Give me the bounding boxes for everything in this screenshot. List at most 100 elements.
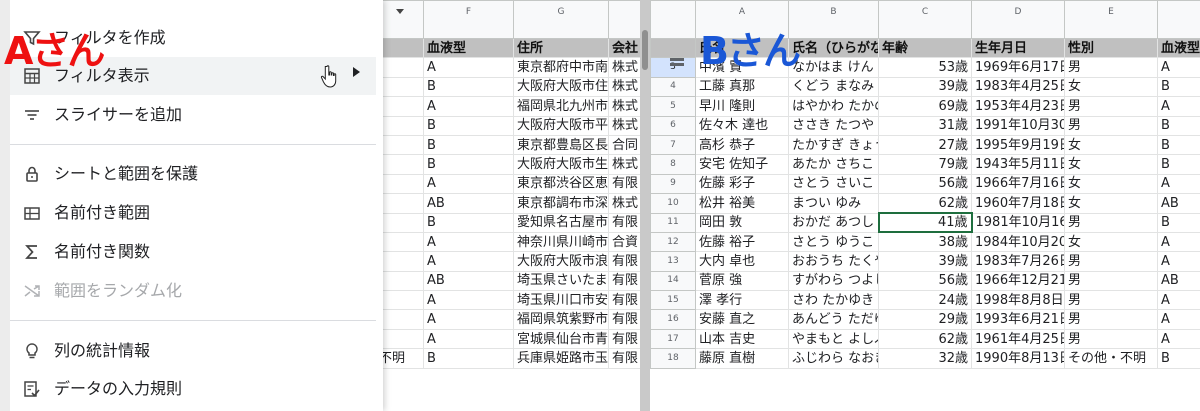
table-cell[interactable]: 男 [1064, 290, 1158, 311]
table-cell[interactable]: 1981年10月16日 [971, 212, 1065, 233]
table-cell[interactable] [383, 96, 424, 117]
column-header[interactable]: G [513, 0, 609, 39]
table-cell[interactable]: 東京都豊島区長 [513, 134, 609, 156]
table-cell[interactable]: 男 [1064, 270, 1158, 292]
menu-item-add-slicer[interactable]: スライサーを追加 [10, 96, 376, 134]
table-cell[interactable]: 1995年9月19日 [971, 134, 1065, 156]
table-cell[interactable]: あたか さちこ [788, 154, 879, 175]
table-cell[interactable]: なかはま けん [788, 57, 879, 78]
table-cell[interactable]: ささき たつや [788, 115, 879, 136]
table-cell[interactable]: 79歳 [878, 154, 972, 175]
table-cell[interactable]: 澤 孝行 [695, 290, 789, 311]
table-cell[interactable]: 埼玉県さいたま [513, 270, 609, 292]
table-cell[interactable]: 大阪府大阪市住 [513, 76, 609, 98]
table-cell[interactable] [383, 328, 424, 350]
table-cell[interactable]: A [423, 251, 514, 272]
table-cell[interactable] [383, 231, 424, 253]
table-cell[interactable]: A [423, 231, 514, 253]
table-cell[interactable]: 宮城県仙台市青葉区 [513, 328, 609, 350]
menu-item-named-functions[interactable]: 名前付き関数 [10, 233, 376, 271]
table-cell[interactable]: 24歳 [878, 290, 972, 311]
table-cell[interactable]: 男 [1064, 57, 1158, 78]
table-cell[interactable]: 53歳 [878, 57, 972, 78]
table-cell[interactable]: 1991年10月30日 [971, 115, 1065, 136]
menu-item-column-stats[interactable]: 列の統計情報 [10, 332, 376, 370]
column-header[interactable]: D [971, 0, 1065, 39]
table-cell[interactable]: 1990年8月13日 [971, 348, 1065, 369]
table-cell[interactable]: A [423, 57, 514, 78]
table-cell[interactable]: 有限 [608, 173, 640, 195]
row-number[interactable]: 5 [650, 96, 696, 117]
table-cell[interactable]: 東京都渋谷区恵 [513, 173, 609, 195]
table-cell[interactable]: まつい ゆみ [788, 193, 879, 214]
row-number[interactable]: 8 [650, 154, 696, 175]
table-cell[interactable]: 1993年6月21日 [971, 309, 1065, 330]
row-number[interactable] [650, 37, 696, 59]
table-cell[interactable]: 32歳 [878, 348, 972, 369]
table-cell[interactable]: A [1157, 231, 1200, 253]
table-cell[interactable]: 男 [1064, 251, 1158, 272]
table-cell[interactable] [383, 290, 424, 311]
table-cell[interactable]: 56歳 [878, 173, 972, 195]
table-cell[interactable]: 安藤 直之 [695, 309, 789, 330]
table-cell[interactable]: 1960年7月18日 [971, 193, 1065, 214]
table-cell[interactable]: 有限 [608, 270, 640, 292]
table-cell[interactable]: 株式 [608, 193, 640, 214]
table-cell[interactable]: 東京都府中市南 [513, 57, 609, 78]
column-header[interactable]: B [788, 0, 879, 39]
table-cell[interactable] [383, 115, 424, 136]
table-cell[interactable]: 男 [1064, 309, 1158, 330]
column-header[interactable]: E [1064, 0, 1158, 39]
table-cell[interactable]: やまもと よしふ [788, 328, 879, 350]
table-cell[interactable]: すがわら つよし [788, 270, 879, 292]
table-cell[interactable]: さとう ゆうこ [788, 231, 879, 253]
table-cell[interactable]: 佐藤 裕子 [695, 231, 789, 253]
row-number[interactable]: 18 [650, 348, 696, 369]
table-cell[interactable]: 氏名（ひらがな） [788, 37, 879, 59]
table-cell[interactable]: 女 [1064, 154, 1158, 175]
table-cell[interactable]: 女 [1064, 173, 1158, 195]
table-cell[interactable]: 大阪府大阪市平 [513, 115, 609, 136]
sheet-a-grid[interactable]: F G 血液型 住所 会社 A 東京都府中市南 株式 B 大阪府大阪市住 株式 A 福岡県… [383, 0, 640, 411]
table-cell[interactable]: 住所 [513, 37, 609, 59]
table-cell[interactable]: 佐藤 彩子 [695, 173, 789, 195]
table-cell[interactable]: A [1157, 328, 1200, 350]
table-cell[interactable]: 有限 [608, 290, 640, 311]
table-cell[interactable]: 29歳 [878, 309, 972, 330]
table-cell[interactable] [383, 76, 424, 98]
table-cell[interactable]: 1983年4月25日 [971, 76, 1065, 98]
table-cell[interactable] [383, 154, 424, 175]
row-number[interactable]: 14 [650, 270, 696, 292]
table-cell[interactable]: 血液型 [1157, 37, 1200, 59]
table-cell[interactable]: A [1157, 309, 1200, 330]
table-cell[interactable]: 27歳 [878, 134, 972, 156]
table-cell[interactable]: B [1157, 115, 1200, 136]
table-cell[interactable]: 男 [1064, 115, 1158, 136]
table-cell[interactable]: 56歳 [878, 270, 972, 292]
table-cell[interactable]: 38歳 [878, 231, 972, 253]
table-cell[interactable]: あんどう ただゆ [788, 309, 879, 330]
table-cell[interactable]: 神奈川県川崎市 [513, 231, 609, 253]
table-cell[interactable]: 62歳 [878, 193, 972, 214]
table-cell[interactable]: 株式 [608, 154, 640, 175]
table-cell[interactable]: 女 [1064, 134, 1158, 156]
table-cell[interactable]: くどう まなみ [788, 76, 879, 98]
table-cell[interactable]: 愛知県名古屋市 [513, 212, 609, 233]
table-cell[interactable]: B [1157, 154, 1200, 175]
row-number[interactable]: 10 [650, 193, 696, 214]
table-cell[interactable]: 東京都調布市深大寺 [513, 193, 609, 214]
table-cell[interactable]: はやかわ たかの [788, 96, 879, 117]
table-cell[interactable]: 株式 [608, 96, 640, 117]
table-cell[interactable] [383, 270, 424, 292]
table-cell[interactable]: 安宅 佐知子 [695, 154, 789, 175]
splitter-grip[interactable] [642, 30, 648, 70]
table-cell[interactable]: 男 [1064, 96, 1158, 117]
row-number[interactable]: 12 [650, 231, 696, 253]
table-cell[interactable]: 高杉 恭子 [695, 134, 789, 156]
table-cell[interactable]: 藤原 直樹 [695, 348, 789, 369]
table-cell[interactable]: 性別 [1064, 37, 1158, 59]
table-cell[interactable]: B [423, 134, 514, 156]
menu-item-data-validation[interactable]: データの入力規則 [10, 370, 376, 408]
table-cell[interactable]: 1961年4月25日 [971, 328, 1065, 350]
table-cell[interactable]: 年齢 [878, 37, 972, 59]
